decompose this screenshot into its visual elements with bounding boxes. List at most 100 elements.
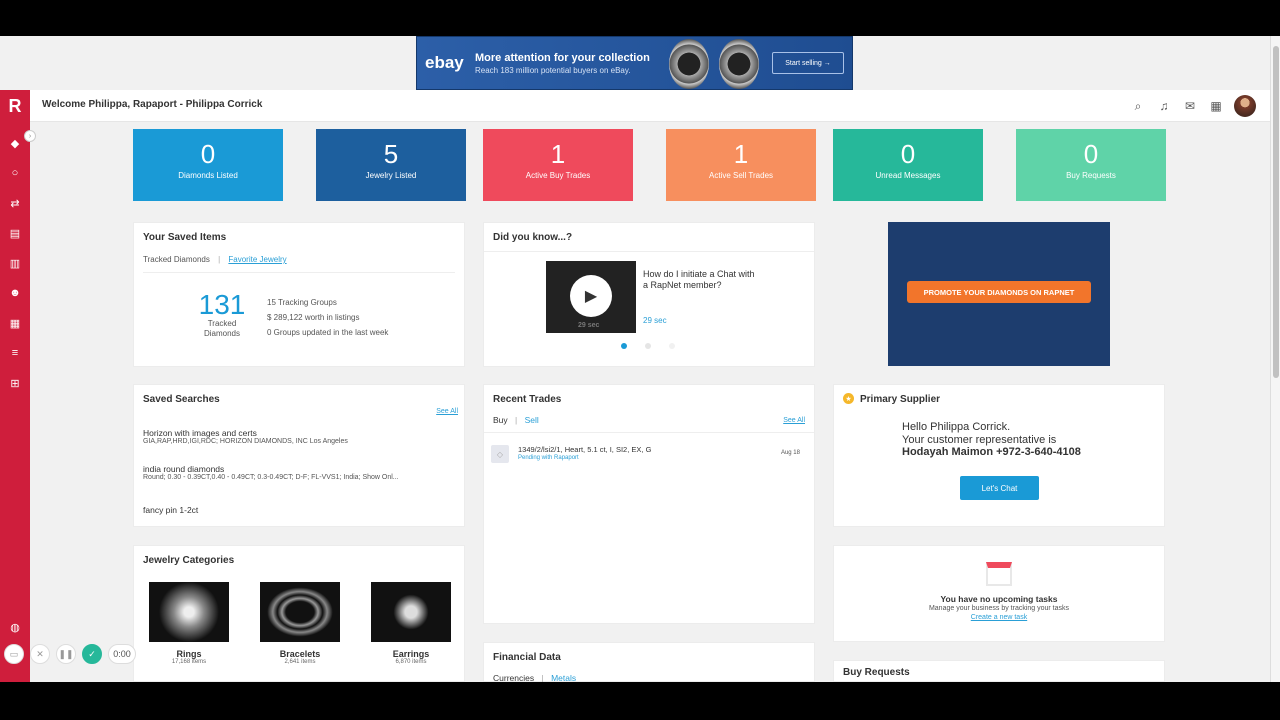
store-icon[interactable]: ▦ (0, 308, 30, 338)
scrollbar[interactable] (1270, 36, 1280, 682)
carousel-dot-active[interactable] (621, 343, 627, 349)
tab-sell[interactable]: Sell (525, 415, 539, 425)
faq-question[interactable]: How do I initiate a Chat with a RapNet m… (643, 269, 758, 291)
video-time: 29 sec (578, 322, 600, 329)
chart-icon[interactable]: ▥ (0, 248, 30, 278)
banner-headline: More attention for your collection (475, 51, 650, 64)
webcam-icon[interactable]: ▭ (4, 644, 24, 664)
handshake-icon[interactable]: ⇄ (0, 188, 30, 218)
tab-buy[interactable]: Buy (493, 415, 508, 425)
list-item[interactable]: fancy pin 1-2ct (143, 505, 198, 515)
supplier-greeting: Hello Philippa Corrick. (902, 421, 1011, 433)
stat-active-sell-trades[interactable]: 1 Active Sell Trades (666, 129, 816, 201)
card-title: Financial Data (493, 652, 561, 663)
list-item[interactable]: Horizon with images and certs GIA,RAP,HR… (143, 428, 458, 445)
card-title: Did you know...? (493, 232, 573, 243)
avatar[interactable] (1234, 95, 1256, 117)
banner-subline: Reach 183 million potential buyers on eB… (475, 65, 631, 75)
supplier-rep-label: Your customer representative is (902, 433, 1057, 446)
card-title: Saved Searches (143, 394, 220, 405)
card-title: Your Saved Items (143, 232, 227, 243)
clipboard-icon[interactable]: ▤ (0, 218, 30, 248)
check-icon[interactable]: ✓ (82, 644, 102, 664)
tab-currencies[interactable]: Currencies (493, 673, 534, 682)
category-count: 17,168 items (171, 659, 207, 665)
video-thumbnail[interactable]: ▶ 29 sec (546, 261, 636, 333)
bell-icon[interactable]: ♫ (1156, 98, 1172, 114)
search-icon[interactable]: ⌕ (1130, 98, 1146, 114)
category-name: Bracelets (279, 649, 321, 659)
welcome-message: Welcome Philippa, Rapaport - Philippa Co… (42, 99, 263, 110)
earring-image (371, 582, 451, 642)
stat-value: 1 (733, 139, 749, 169)
list-item[interactable]: india round diamonds Round; 0.30 - 0.39C… (143, 464, 458, 481)
tasks-subtitle: Manage your business by tracking your ta… (928, 605, 1070, 612)
recorder-controls: ▭ ✕ ❚❚ ✓ 0:00 (4, 644, 136, 664)
stat-value: 0 (900, 139, 916, 169)
tracked-count[interactable]: 131 (196, 291, 248, 319)
category-earrings[interactable]: Earrings 6,870 items (371, 582, 451, 665)
category-count: 2,641 items (284, 659, 316, 665)
see-all-trades-link[interactable]: See All (783, 417, 805, 424)
stat-value: 0 (1083, 139, 1099, 169)
saved-items-card: Your Saved Items Tracked Diamonds | Favo… (133, 222, 465, 367)
sidebar-collapse-icon[interactable]: › (24, 130, 36, 142)
category-rings[interactable]: Rings 17,168 items (149, 582, 229, 665)
tab-favorite-jewelry[interactable]: Favorite Jewelry (228, 255, 286, 264)
stat-unread-messages[interactable]: 0 Unread Messages (833, 129, 983, 201)
lets-chat-button[interactable]: Let's Chat (960, 476, 1039, 500)
grid-icon[interactable]: ⊞ (0, 368, 30, 398)
jewelry-categories-card: Jewelry Categories Rings 17,168 items Br… (133, 545, 465, 682)
trade-date: Aug 18 (780, 450, 800, 456)
did-you-know-card: Did you know...? ▶ 29 sec How do I initi… (483, 222, 815, 367)
supplier-rep-contact: Hodayah Maimon +972-3-640-4108 (902, 446, 1081, 458)
stat-diamonds-listed[interactable]: 0 Diamonds Listed (133, 129, 283, 201)
play-icon[interactable]: ▶ (570, 275, 612, 317)
category-bracelets[interactable]: Bracelets 2,641 items (260, 582, 340, 665)
tracked-count-label: Tracked Diamonds (203, 319, 240, 338)
tab-tracked-diamonds[interactable]: Tracked Diamonds (143, 255, 210, 264)
start-selling-button[interactable]: Start selling → (772, 52, 844, 74)
chat-icon[interactable]: ✉ (1182, 98, 1198, 114)
watch-image (719, 39, 759, 89)
promote-diamonds-button[interactable]: PROMOTE YOUR DIAMONDS ON RAPNET (907, 281, 1091, 303)
ebay-ad-banner[interactable]: ebay More attention for your collection … (416, 36, 853, 90)
table-row[interactable]: ◇ 1349/2/lsi2/1, Heart, 5.1 ct, I, SI2, … (491, 443, 809, 465)
category-name: Rings (176, 649, 202, 659)
stat-jewelry-listed[interactable]: 5 Jewelry Listed (316, 129, 466, 201)
search-name: Horizon with images and certs (143, 428, 257, 438)
scrollbar-thumb[interactable] (1273, 46, 1279, 378)
stat-label: Diamonds Listed (178, 171, 238, 180)
diamond-icon: ◇ (491, 445, 509, 463)
buy-requests-card: Buy Requests (833, 660, 1165, 682)
stat-buy-requests[interactable]: 0 Buy Requests (1016, 129, 1166, 201)
saved-searches-card: Saved Searches See All Horizon with imag… (133, 384, 465, 527)
stat-value: 5 (383, 139, 399, 169)
watch-image (669, 39, 709, 89)
pause-icon[interactable]: ❚❚ (56, 644, 76, 664)
category-name: Earrings (392, 649, 430, 659)
close-icon[interactable]: ✕ (30, 644, 50, 664)
list-icon[interactable]: ≡ (0, 338, 30, 368)
carousel-dot[interactable] (669, 343, 675, 349)
see-all-searches-link[interactable]: See All (436, 408, 458, 415)
tracking-groups: 15 Tracking Groups (267, 298, 337, 307)
ring-icon[interactable]: ○ (0, 158, 30, 188)
sidebar: R ◆ ○ ⇄ ▤ ▥ ☻ ▦ ≡ ⊞ ◍ ? (0, 90, 30, 682)
rapnet-logo[interactable]: R (0, 90, 30, 122)
stat-active-buy-trades[interactable]: 1 Active Buy Trades (483, 129, 633, 201)
bracelet-image (260, 582, 340, 642)
recent-trades-card: Recent Trades Buy | Sell See All ◇ 1349/… (483, 384, 815, 624)
carousel-dot[interactable] (645, 343, 651, 349)
create-task-link[interactable]: Create a new task (834, 614, 1164, 621)
financial-data-card: Financial Data Currencies | Metals (483, 642, 815, 682)
promo-banner[interactable]: PROMOTE YOUR DIAMONDS ON RAPNET (888, 222, 1110, 366)
calculator-icon[interactable]: ▦ (1208, 98, 1224, 114)
stat-value: 1 (550, 139, 566, 169)
stat-label: Active Sell Trades (708, 171, 774, 180)
people-icon[interactable]: ☻ (0, 278, 30, 308)
stat-label: Buy Requests (1066, 171, 1116, 180)
recorder-time: 0:00 (108, 644, 136, 664)
stat-label: Jewelry Listed (365, 171, 417, 180)
tab-metals[interactable]: Metals (551, 673, 576, 682)
